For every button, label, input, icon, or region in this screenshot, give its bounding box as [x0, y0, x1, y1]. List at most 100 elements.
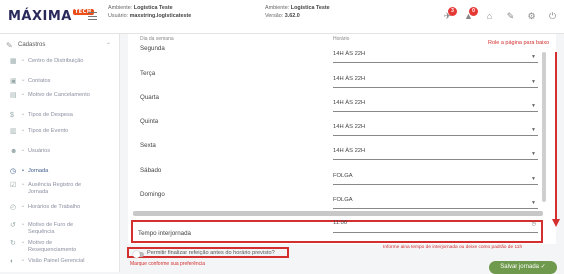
horario-value: FOLGA	[333, 173, 353, 179]
dollar-icon: $	[10, 112, 14, 119]
day-label: Segunda	[140, 45, 165, 52]
sidebar-item-label: Centro de Distribuição	[28, 58, 84, 64]
sidebar-item-label: Motivo de Resequenciamento	[28, 240, 77, 253]
sidebar-item-label: Tipos de Evento	[28, 128, 69, 134]
check-icon: ☑	[10, 182, 17, 189]
sidebar-item-5[interactable]: ☻ • Usuários	[0, 148, 112, 155]
building-icon: ▦	[10, 58, 17, 65]
day-label: Quinta	[140, 118, 159, 125]
top-icons: ✈ 3 ▲ 0 ⌂ ✎ ⚙ ⏻	[442, 7, 558, 22]
day-label: Quarta	[140, 94, 159, 101]
sidebar-item-0[interactable]: ▦ • Centro de Distribuição	[0, 58, 112, 65]
refeicao-toggle[interactable]	[133, 251, 144, 258]
sidebar-item-label: Jornada	[28, 168, 49, 174]
environment-info: Ambiente: Logística Teste Usuário: maxst…	[108, 5, 192, 19]
horario-select[interactable]: 14H ÀS 22H ▼	[333, 148, 538, 160]
save-jornada-button[interactable]: Salvar jornada ✓	[489, 261, 557, 274]
vertical-scrollbar[interactable]	[542, 52, 546, 202]
horario-value: 14H ÀS 22H	[333, 100, 366, 106]
horario-select[interactable]: 14H ÀS 22H ▼	[333, 76, 538, 88]
main-content: Dia da semana Horário Segunda 14H ÀS 22H ▼…	[121, 34, 564, 274]
sidebar-item-label: Ausência Registro de Jornada	[28, 182, 82, 195]
horario-value: 14H ÀS 22H	[333, 51, 366, 57]
sidebar-item-11[interactable]: ◐ • Visão Painel Gerencial	[0, 258, 112, 265]
undo-icon: ↺	[10, 222, 16, 229]
sidebar-item-2[interactable]: ▤ • Motivo de Cancelamento	[0, 92, 112, 99]
sidebar-item-8[interactable]: ◴ • Horários de Trabalho	[0, 204, 112, 211]
sidebar-item-label: Motivo de Cancelamento	[28, 92, 90, 98]
horario-value: 14H ÀS 22H	[333, 76, 366, 82]
toggle-hint: Marque conforme sua preferência	[130, 261, 206, 267]
sidebar-item-3[interactable]: $ • Tipos de Despesa	[0, 112, 112, 119]
sidebar-item-1[interactable]: ▣ • Contatos	[0, 78, 112, 85]
sidebar-section-cadastros[interactable]: ✎ Cadastros ⌃	[0, 34, 119, 56]
col-header-day: Dia da semana	[140, 36, 174, 42]
horario-value: 14H ÀS 22H	[333, 148, 366, 154]
scroll-hint: Role a página para baixo	[488, 40, 550, 46]
ambiente-value: Logística Teste	[133, 5, 173, 11]
day-label: Sexta	[140, 142, 156, 149]
users-icon: ☻	[10, 148, 18, 155]
version-info: Ambiente: Logística Teste Versão: 3.62.0	[265, 5, 330, 19]
panel-icon: ◐	[10, 258, 15, 265]
horario-select[interactable]: 14H ÀS 22H ▼	[333, 51, 538, 63]
redo-icon: ↻	[10, 240, 16, 247]
horario-select[interactable]: 14H ÀS 22H ▼	[333, 124, 538, 136]
sidebar-item-4[interactable]: ▥ • Tipos de Evento	[0, 128, 112, 135]
interjornada-hint: Informe aina tempo de interjornada ou de…	[383, 245, 523, 250]
versao-value: 3.62.0	[284, 13, 300, 19]
chevron-down-icon: ▼	[531, 200, 536, 206]
jornada-card: Dia da semana Horário Segunda 14H ÀS 22H ▼…	[128, 34, 556, 244]
sidebar-item-9[interactable]: ↺ • Motivo de Furo de Sequência	[0, 222, 112, 236]
tools-icon[interactable]: ✎	[505, 11, 516, 22]
sidebar: ✎ Cadastros ⌃ ▦ • Centro de Distribuição ▣ •…	[0, 34, 120, 272]
ambiente-value-2: Logística Teste	[290, 5, 330, 11]
sidebar-item-7[interactable]: ☑ • Ausência Registro de Jornada	[0, 182, 112, 196]
usuario-value: maxstring.logisticateste	[129, 13, 192, 19]
day-label: Terça	[140, 70, 156, 77]
day-label: Domingo	[140, 191, 165, 198]
interjornada-input[interactable]: 11:00 ◷	[333, 220, 538, 233]
pencil-icon: ✎	[6, 40, 13, 50]
chevron-down-icon: ▼	[531, 176, 536, 182]
contacts-icon: ▣	[10, 78, 17, 85]
notification-icon[interactable]: ✈ 3	[442, 7, 457, 22]
col-header-time: Horário	[333, 36, 350, 42]
home-icon[interactable]: ⌂	[484, 11, 495, 22]
logo: MÁXIMA TECH	[8, 9, 94, 24]
clock-icon[interactable]: ◷	[532, 221, 536, 227]
day-label: Sábado	[140, 167, 162, 174]
sidebar-item-label: Horários de Trabalho	[28, 204, 81, 210]
chevron-down-icon: ▼	[531, 127, 536, 133]
horario-value: FOLGA	[333, 197, 353, 203]
sidebar-item-label: Visão Painel Gerencial	[28, 258, 85, 264]
logout-icon[interactable]: ⏻	[547, 11, 558, 22]
sidebar-item-label: Motivo de Furo de Sequência	[28, 222, 74, 235]
gear-icon[interactable]: ⚙	[526, 11, 537, 22]
horario-select[interactable]: 14H ÀS 22H ▼	[333, 100, 538, 112]
alert-badge: 0	[469, 7, 478, 16]
sidebar-item-label: Usuários	[28, 148, 51, 154]
menu-icon[interactable]	[88, 12, 97, 20]
cancel-icon: ▤	[10, 92, 17, 99]
chevron-down-icon: ▼	[531, 54, 536, 60]
horario-value: 14H ÀS 22H	[333, 124, 366, 130]
horario-select[interactable]: FOLGA ▼	[333, 173, 538, 185]
clock-icon: ◷	[10, 168, 17, 175]
horizontal-scrollbar[interactable]	[133, 211, 543, 216]
calendar-icon: ▥	[10, 128, 17, 135]
scroll-arrow-head	[552, 219, 560, 227]
refeicao-toggle-label: Permitir finalizar refeição antes do hor…	[147, 249, 275, 256]
sidebar-item-6[interactable]: ◷ • Jornada	[0, 168, 112, 175]
chevron-down-icon: ▼	[531, 103, 536, 109]
history-icon: ◴	[10, 204, 17, 211]
top-bar: MÁXIMA TECH Ambiente: Logística Teste Usu…	[0, 0, 564, 34]
chevron-down-icon: ▼	[531, 151, 536, 157]
interjornada-label: Tempo interjornada	[138, 230, 191, 237]
alert-icon[interactable]: ▲ 0	[463, 7, 478, 22]
horario-select[interactable]: FOLGA ▼	[333, 197, 538, 209]
interjornada-value: 11:00	[333, 220, 348, 226]
sidebar-item-10[interactable]: ↻ • Motivo de Resequenciamento	[0, 240, 112, 254]
notification-badge: 3	[448, 7, 457, 16]
sidebar-item-label: Tipos de Despesa	[28, 112, 73, 118]
